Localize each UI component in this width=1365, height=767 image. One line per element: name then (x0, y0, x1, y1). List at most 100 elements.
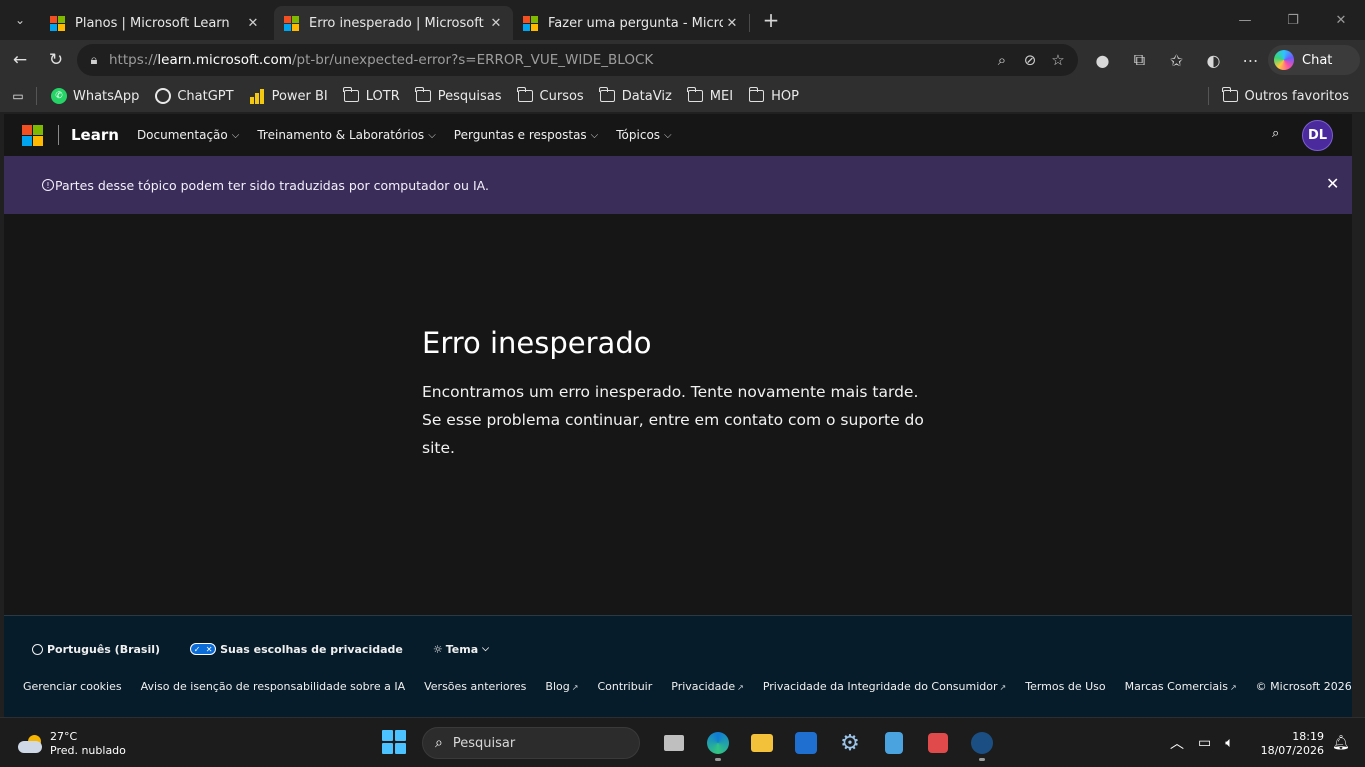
footer-link-terms[interactable]: Termos de Uso (1025, 680, 1105, 693)
network-icon[interactable]: ▭ (1198, 735, 1211, 751)
footer-link-label: Gerenciar cookies (23, 680, 122, 693)
favorite-label: LOTR (365, 88, 400, 104)
weather-widget[interactable]: 27°C Pred. nublado (18, 730, 126, 758)
nav-label: Documentação (136, 128, 228, 142)
copilot-icon (1274, 50, 1294, 70)
footer-link-label: Marcas Comerciais (1124, 680, 1228, 693)
refresh-button[interactable]: ↻ (38, 44, 74, 76)
more-options-icon[interactable]: ⋯ (1232, 51, 1269, 70)
minimize-button[interactable]: — (1221, 0, 1269, 40)
refresh-icon: ↻ (48, 50, 64, 70)
zoom-icon[interactable]: ⌕ (988, 51, 1016, 69)
external-link-icon: ↗ (737, 683, 744, 692)
tab-planos[interactable]: Planos | Microsoft Learn ✕ (40, 6, 270, 40)
notification-bell-icon[interactable]: 🔔︎ (1332, 735, 1350, 751)
footer-link-contribute[interactable]: Contribuir (597, 680, 652, 693)
language-selector[interactable]: Português (Brasil) (32, 643, 160, 656)
site-info-icon[interactable]: 🔒︎ (79, 53, 109, 68)
taskbar-outlook[interactable] (784, 726, 828, 760)
footer-link-privacy[interactable]: Privacidade ↗ (671, 680, 744, 693)
taskbar-file-explorer[interactable] (740, 726, 784, 760)
tab-erro-inesperado[interactable]: Erro inesperado | Microsoft Learn ✕ (274, 6, 513, 40)
file-explorer-icon (751, 734, 773, 752)
taskbar-notepad[interactable] (872, 726, 916, 760)
extensions-puzzle-icon[interactable]: ⧉ (1121, 50, 1158, 70)
footer-controls: Português (Brasil) ✓ ✕ Suas escolhas de pr… (32, 641, 519, 657)
close-tab-icon[interactable]: ✕ (487, 16, 505, 31)
favorite-label: WhatsApp (73, 88, 140, 104)
error-message: Encontramos um erro inesperado. Tente no… (422, 383, 924, 457)
nav-topicos[interactable]: Tópicos ⌵ (616, 128, 671, 142)
microsoft-logo-icon[interactable] (22, 124, 43, 146)
theme-label: Tema (445, 642, 479, 656)
system-clock[interactable]: 18:19 18/07/2026 (1260, 730, 1324, 758)
close-banner-button[interactable]: ✕ (1326, 174, 1339, 193)
start-button[interactable] (382, 730, 408, 756)
external-link-icon: ↗ (1229, 683, 1237, 692)
favorite-star-icon[interactable]: ☆ (1044, 51, 1072, 69)
chatgpt-icon (155, 88, 172, 104)
plus-icon: + (762, 8, 780, 32)
tab-actions-menu-button[interactable]: ⌄ (6, 6, 34, 34)
footer-link-blog[interactable]: Blog ↗ (545, 680, 578, 693)
favorites-icon[interactable]: ✩ (1158, 51, 1195, 70)
browser-toolbar: ← ↻ 🔒︎ https://learn.microsoft.com/pt-br… (0, 40, 1365, 80)
other-favorites[interactable]: Outros favoritos (1215, 82, 1357, 110)
chevron-up-icon[interactable]: ︿ (1170, 733, 1184, 753)
theme-selector[interactable]: ☼ Tema ⌵ (433, 643, 489, 656)
nav-label: Treinamento & Laboratórios (257, 128, 425, 142)
new-tab-button[interactable]: + (756, 5, 786, 35)
nav-perguntas[interactable]: Perguntas e respostas ⌵ (454, 128, 598, 142)
url-text[interactable]: https://learn.microsoft.com/pt-br/unexpe… (109, 52, 653, 68)
favorite-chatgpt[interactable]: ChatGPT (147, 82, 241, 110)
tracking-prevention-icon[interactable]: ⊘ (1016, 51, 1044, 69)
favorite-powerbi[interactable]: Power BI (242, 82, 336, 110)
footer-link-ai-disclaimer[interactable]: Aviso de isenção de responsabilidade sob… (141, 680, 406, 693)
favorite-folder-cursos[interactable]: Cursos (510, 82, 592, 110)
footer-link-cookies[interactable]: Gerenciar cookies (23, 680, 122, 693)
footer-link-label: Privacidade (671, 680, 736, 693)
footer-link-label: Contribuir (597, 680, 653, 693)
volume-icon[interactable]: 🔈︎ (1225, 735, 1233, 751)
chevron-down-icon: ⌵ (664, 129, 672, 141)
nav-treinamento[interactable]: Treinamento & Laboratórios ⌵ (257, 128, 435, 142)
close-tab-icon[interactable]: ✕ (723, 16, 741, 31)
footer-link-label: Versões anteriores (424, 680, 527, 693)
copilot-chat-button[interactable]: Chat (1268, 45, 1360, 75)
taskbar-snipping-tool[interactable] (916, 726, 960, 760)
header-divider (58, 125, 59, 145)
tab-collection-button[interactable]: ▭ (0, 82, 40, 110)
taskbar-search[interactable]: ⌕ Pesquisar (422, 727, 640, 759)
microsoft-logo-icon (50, 15, 65, 31)
favorite-folder-hop[interactable]: HOP (741, 82, 807, 110)
url-prefix: https:// (109, 52, 158, 68)
profile-icon[interactable]: ◐ (1195, 51, 1232, 70)
favorite-folder-mei[interactable]: MEI (680, 82, 741, 110)
footer-link-trademarks[interactable]: Marcas Comerciais ↗ (1125, 680, 1237, 693)
taskbar-steam[interactable] (960, 726, 1004, 761)
favorite-folder-pesquisas[interactable]: Pesquisas (408, 82, 510, 110)
learn-brand-link[interactable]: Learn (71, 126, 119, 144)
restore-button[interactable]: ❐ (1269, 0, 1317, 40)
whatsapp-icon: ✆ (51, 88, 67, 104)
taskbar-settings[interactable]: ⚙ (828, 726, 872, 760)
favorite-whatsapp[interactable]: ✆ WhatsApp (43, 82, 147, 110)
collections-icon: ▭ (12, 89, 24, 103)
nav-documentacao[interactable]: Documentação ⌵ (137, 128, 239, 142)
taskbar-edge[interactable] (696, 726, 740, 761)
back-button[interactable]: ← (2, 44, 38, 76)
powerbi-icon (249, 88, 266, 104)
footer-link-previous-versions[interactable]: Versões anteriores (424, 680, 526, 693)
address-bar[interactable]: 🔒︎ https://learn.microsoft.com/pt-br/une… (77, 44, 1078, 76)
close-window-button[interactable]: ✕ (1317, 0, 1365, 40)
tab-fazer-pergunta[interactable]: Fazer uma pergunta - Microsoft Q&A ✕ (513, 6, 749, 40)
privacy-choices-link[interactable]: ✓ ✕ Suas escolhas de privacidade (190, 643, 403, 656)
footer-link-consumer-health-privacy[interactable]: Privacidade da Integridade do Consumidor… (763, 680, 1006, 693)
user-avatar[interactable]: DL (1302, 120, 1333, 151)
close-tab-icon[interactable]: ✕ (244, 16, 262, 31)
favorite-folder-lotr[interactable]: LOTR (336, 82, 408, 110)
task-view-button[interactable] (652, 726, 696, 760)
favorite-folder-dataviz[interactable]: DataViz (592, 82, 680, 110)
search-icon[interactable]: ⌕ (1272, 126, 1279, 141)
extension-circle-icon[interactable]: ● (1084, 51, 1121, 70)
